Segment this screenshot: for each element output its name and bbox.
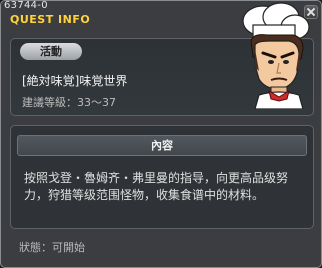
quest-info-window: 63744-0 QUEST INFO 活動 [絶対味覚]味覚世界 建議等級：33… bbox=[0, 0, 322, 268]
quest-name: [絶対味覚]味覚世界 bbox=[22, 74, 128, 88]
recommended-level: 建議等級：33～37 bbox=[22, 96, 116, 109]
quest-content-panel: 內容 按照戈登・魯姆齐・弗里曼的指导，向更高品级努力，狩猎等级范围怪物，收集食谱… bbox=[10, 125, 314, 229]
quest-description: 按照戈登・魯姆齐・弗里曼的指导，向更高品级努力，狩猎等级范围怪物，收集食谱中的材… bbox=[24, 171, 289, 202]
chef-npc-portrait bbox=[242, 2, 310, 109]
quest-id: 63744-0 bbox=[4, 0, 48, 11]
quest-category-badge: 活動 bbox=[20, 43, 82, 60]
window-title: QUEST INFO bbox=[10, 13, 91, 26]
quest-status: 狀態：可開始 bbox=[19, 241, 85, 254]
content-header: 內容 bbox=[17, 135, 307, 156]
